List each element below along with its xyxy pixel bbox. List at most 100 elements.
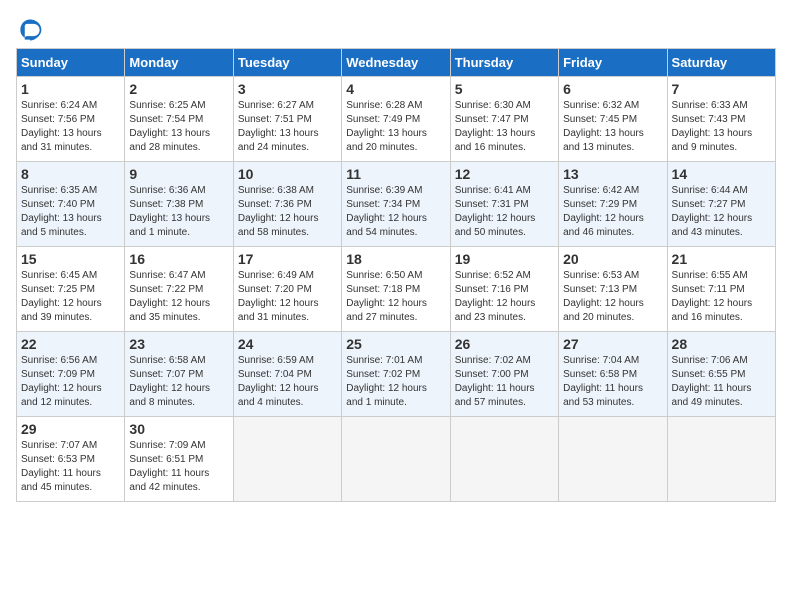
calendar-weekday-thursday: Thursday xyxy=(450,49,558,77)
day-number: 14 xyxy=(672,166,771,182)
calendar-cell: 24 Sunrise: 6:59 AMSunset: 7:04 PMDayligh… xyxy=(233,332,341,417)
cell-info: Sunrise: 6:33 AMSunset: 7:43 PMDaylight:… xyxy=(672,99,771,155)
cell-info: Sunrise: 6:52 AMSunset: 7:16 PMDaylight:… xyxy=(455,269,554,325)
day-number: 7 xyxy=(672,81,771,97)
calendar-cell: 22 Sunrise: 6:56 AMSunset: 7:09 PMDayligh… xyxy=(17,332,125,417)
calendar-cell: 17 Sunrise: 6:49 AMSunset: 7:20 PMDayligh… xyxy=(233,247,341,332)
day-number: 27 xyxy=(563,336,662,352)
day-number: 24 xyxy=(238,336,337,352)
day-number: 30 xyxy=(129,421,228,437)
day-number: 3 xyxy=(238,81,337,97)
cell-info: Sunrise: 6:36 AMSunset: 7:38 PMDaylight:… xyxy=(129,184,228,240)
calendar-header-row: SundayMondayTuesdayWednesdayThursdayFrid… xyxy=(17,49,776,77)
cell-info: Sunrise: 6:30 AMSunset: 7:47 PMDaylight:… xyxy=(455,99,554,155)
day-number: 10 xyxy=(238,166,337,182)
day-number: 19 xyxy=(455,251,554,267)
calendar-week-row: 29 Sunrise: 7:07 AMSunset: 6:53 PMDayligh… xyxy=(17,417,776,502)
cell-info: Sunrise: 6:49 AMSunset: 7:20 PMDaylight:… xyxy=(238,269,337,325)
cell-info: Sunrise: 7:06 AMSunset: 6:55 PMDaylight:… xyxy=(672,354,771,410)
logo-icon xyxy=(16,16,44,44)
calendar-cell: 10 Sunrise: 6:38 AMSunset: 7:36 PMDayligh… xyxy=(233,162,341,247)
day-number: 28 xyxy=(672,336,771,352)
day-number: 2 xyxy=(129,81,228,97)
calendar-cell: 5Sunrise: 6:30 AMSunset: 7:47 PMDaylight… xyxy=(450,77,558,162)
day-number: 12 xyxy=(455,166,554,182)
day-number: 11 xyxy=(346,166,445,182)
day-number: 13 xyxy=(563,166,662,182)
calendar-cell: 25 Sunrise: 7:01 AMSunset: 7:02 PMDayligh… xyxy=(342,332,450,417)
day-number: 21 xyxy=(672,251,771,267)
cell-info: Sunrise: 6:59 AMSunset: 7:04 PMDaylight:… xyxy=(238,354,337,410)
calendar-cell: 29 Sunrise: 7:07 AMSunset: 6:53 PMDayligh… xyxy=(17,417,125,502)
cell-info: Sunrise: 6:32 AMSunset: 7:45 PMDaylight:… xyxy=(563,99,662,155)
calendar-week-row: 8 Sunrise: 6:35 AMSunset: 7:40 PMDaylight… xyxy=(17,162,776,247)
calendar-cell: 4Sunrise: 6:28 AMSunset: 7:49 PMDaylight… xyxy=(342,77,450,162)
calendar-cell xyxy=(667,417,775,502)
calendar-cell: 6Sunrise: 6:32 AMSunset: 7:45 PMDaylight… xyxy=(559,77,667,162)
cell-info: Sunrise: 6:39 AMSunset: 7:34 PMDaylight:… xyxy=(346,184,445,240)
calendar-cell: 16Sunrise: 6:47 AMSunset: 7:22 PMDayligh… xyxy=(125,247,233,332)
logo xyxy=(16,16,48,44)
day-number: 29 xyxy=(21,421,120,437)
calendar-cell: 30 Sunrise: 7:09 AMSunset: 6:51 PMDayligh… xyxy=(125,417,233,502)
cell-info: Sunrise: 6:53 AMSunset: 7:13 PMDaylight:… xyxy=(563,269,662,325)
calendar-cell xyxy=(233,417,341,502)
calendar-cell: 28 Sunrise: 7:06 AMSunset: 6:55 PMDayligh… xyxy=(667,332,775,417)
calendar-week-row: 1Sunrise: 6:24 AMSunset: 7:56 PMDaylight… xyxy=(17,77,776,162)
day-number: 25 xyxy=(346,336,445,352)
calendar-cell: 18 Sunrise: 6:50 AMSunset: 7:18 PMDayligh… xyxy=(342,247,450,332)
cell-info: Sunrise: 7:09 AMSunset: 6:51 PMDaylight:… xyxy=(129,439,228,495)
calendar-week-row: 15 Sunrise: 6:45 AMSunset: 7:25 PMDayligh… xyxy=(17,247,776,332)
cell-info: Sunrise: 6:55 AMSunset: 7:11 PMDaylight:… xyxy=(672,269,771,325)
calendar-cell: 7 Sunrise: 6:33 AMSunset: 7:43 PMDaylight… xyxy=(667,77,775,162)
calendar-cell xyxy=(559,417,667,502)
cell-info: Sunrise: 6:27 AMSunset: 7:51 PMDaylight:… xyxy=(238,99,337,155)
cell-info: Sunrise: 6:50 AMSunset: 7:18 PMDaylight:… xyxy=(346,269,445,325)
calendar-cell: 3 Sunrise: 6:27 AMSunset: 7:51 PMDaylight… xyxy=(233,77,341,162)
calendar-cell: 20 Sunrise: 6:53 AMSunset: 7:13 PMDayligh… xyxy=(559,247,667,332)
calendar-weekday-wednesday: Wednesday xyxy=(342,49,450,77)
day-number: 17 xyxy=(238,251,337,267)
calendar-cell xyxy=(342,417,450,502)
cell-info: Sunrise: 6:47 AMSunset: 7:22 PMDaylight:… xyxy=(129,269,228,325)
calendar-cell: 23 Sunrise: 6:58 AMSunset: 7:07 PMDayligh… xyxy=(125,332,233,417)
calendar: SundayMondayTuesdayWednesdayThursdayFrid… xyxy=(16,48,776,502)
calendar-cell: 14 Sunrise: 6:44 AMSunset: 7:27 PMDayligh… xyxy=(667,162,775,247)
cell-info: Sunrise: 6:45 AMSunset: 7:25 PMDaylight:… xyxy=(21,269,120,325)
calendar-cell: 1Sunrise: 6:24 AMSunset: 7:56 PMDaylight… xyxy=(17,77,125,162)
cell-info: Sunrise: 6:44 AMSunset: 7:27 PMDaylight:… xyxy=(672,184,771,240)
calendar-cell: 19 Sunrise: 6:52 AMSunset: 7:16 PMDayligh… xyxy=(450,247,558,332)
cell-info: Sunrise: 6:35 AMSunset: 7:40 PMDaylight:… xyxy=(21,184,120,240)
calendar-cell: 15 Sunrise: 6:45 AMSunset: 7:25 PMDayligh… xyxy=(17,247,125,332)
calendar-cell: 13Sunrise: 6:42 AMSunset: 7:29 PMDayligh… xyxy=(559,162,667,247)
cell-info: Sunrise: 6:58 AMSunset: 7:07 PMDaylight:… xyxy=(129,354,228,410)
calendar-cell: 2 Sunrise: 6:25 AMSunset: 7:54 PMDaylight… xyxy=(125,77,233,162)
calendar-weekday-friday: Friday xyxy=(559,49,667,77)
calendar-cell: 11 Sunrise: 6:39 AMSunset: 7:34 PMDayligh… xyxy=(342,162,450,247)
day-number: 15 xyxy=(21,251,120,267)
calendar-cell: 8 Sunrise: 6:35 AMSunset: 7:40 PMDaylight… xyxy=(17,162,125,247)
day-number: 26 xyxy=(455,336,554,352)
cell-info: Sunrise: 7:01 AMSunset: 7:02 PMDaylight:… xyxy=(346,354,445,410)
day-number: 23 xyxy=(129,336,228,352)
day-number: 4 xyxy=(346,81,445,97)
calendar-cell: 9Sunrise: 6:36 AMSunset: 7:38 PMDaylight… xyxy=(125,162,233,247)
calendar-body: 1Sunrise: 6:24 AMSunset: 7:56 PMDaylight… xyxy=(17,77,776,502)
day-number: 22 xyxy=(21,336,120,352)
header xyxy=(16,16,776,44)
cell-info: Sunrise: 6:25 AMSunset: 7:54 PMDaylight:… xyxy=(129,99,228,155)
calendar-cell: 21 Sunrise: 6:55 AMSunset: 7:11 PMDayligh… xyxy=(667,247,775,332)
day-number: 8 xyxy=(21,166,120,182)
calendar-cell xyxy=(450,417,558,502)
calendar-cell: 12Sunrise: 6:41 AMSunset: 7:31 PMDayligh… xyxy=(450,162,558,247)
cell-info: Sunrise: 6:38 AMSunset: 7:36 PMDaylight:… xyxy=(238,184,337,240)
cell-info: Sunrise: 7:02 AMSunset: 7:00 PMDaylight:… xyxy=(455,354,554,410)
calendar-cell: 26 Sunrise: 7:02 AMSunset: 7:00 PMDayligh… xyxy=(450,332,558,417)
calendar-weekday-saturday: Saturday xyxy=(667,49,775,77)
calendar-cell: 27Sunrise: 7:04 AMSunset: 6:58 PMDayligh… xyxy=(559,332,667,417)
day-number: 18 xyxy=(346,251,445,267)
cell-info: Sunrise: 6:56 AMSunset: 7:09 PMDaylight:… xyxy=(21,354,120,410)
cell-info: Sunrise: 7:07 AMSunset: 6:53 PMDaylight:… xyxy=(21,439,120,495)
day-number: 20 xyxy=(563,251,662,267)
calendar-weekday-tuesday: Tuesday xyxy=(233,49,341,77)
